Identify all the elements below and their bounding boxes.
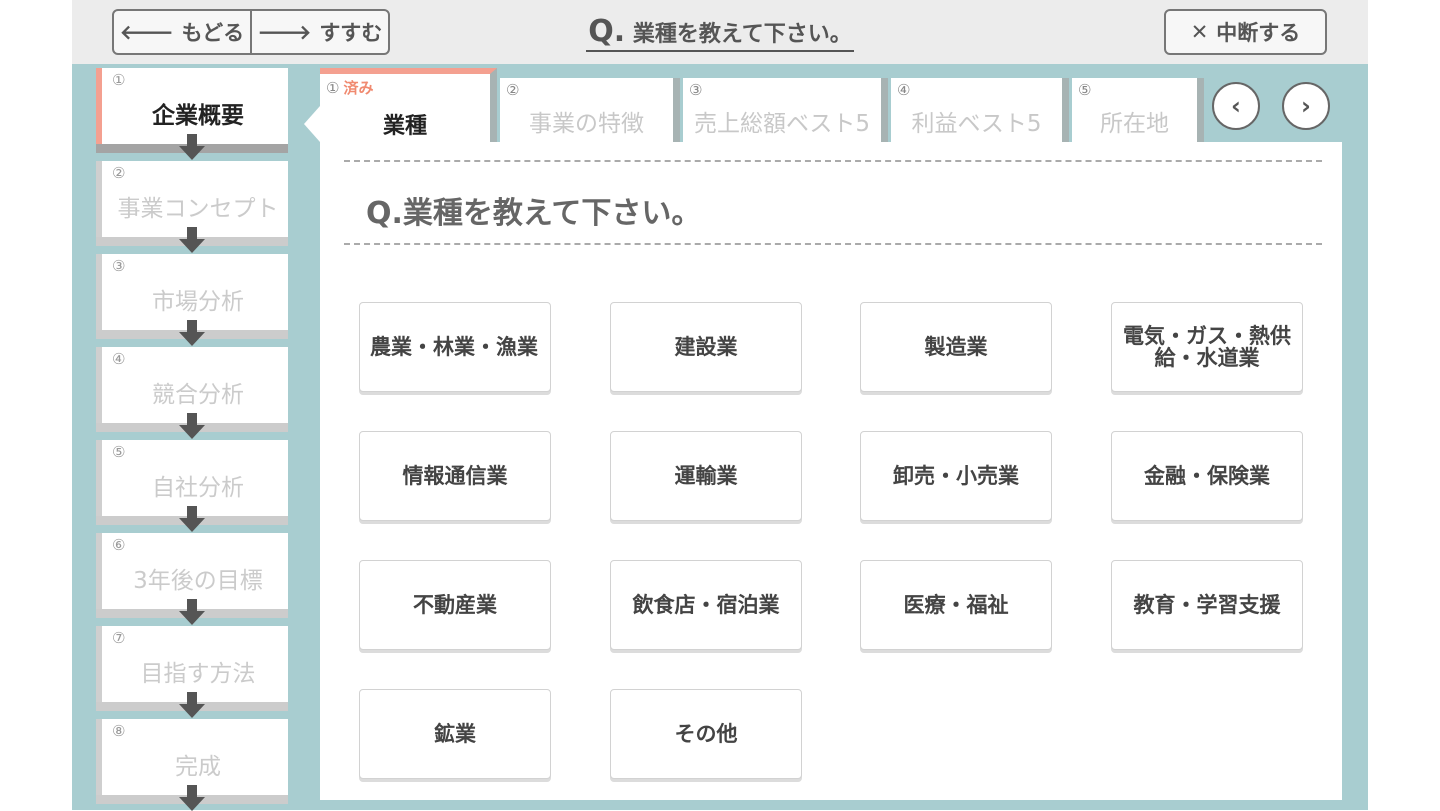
tab-number: ④ [897, 81, 911, 99]
tab-number: ② [506, 81, 520, 99]
tab-pointer [304, 106, 320, 142]
option-button[interactable]: 卸売・小売業 [860, 431, 1052, 521]
top-bar: 🡐 もどる 🡒 すすむ Q. 業種を教えて下さい。 ✕ 中断する [72, 0, 1368, 64]
quit-button[interactable]: ✕ 中断する [1164, 9, 1327, 55]
sidebar-step-label: 市場分析 [152, 289, 244, 315]
sidebar-step-label: 自社分析 [152, 475, 244, 501]
option-button[interactable]: 鉱業 [359, 689, 551, 779]
tab-number: ⑤ [1078, 81, 1092, 99]
sidebar-step-4[interactable]: ④ 競合分析 [96, 347, 288, 439]
arrow-down-icon [179, 692, 205, 718]
option-button[interactable]: 医療・福祉 [860, 560, 1052, 650]
sidebar-step-card: ③ 市場分析 [96, 254, 288, 330]
chevron-right-icon: › [1301, 92, 1311, 120]
sidebar-step-number: ③ [112, 257, 126, 275]
arrow-down-icon [179, 413, 205, 439]
sidebar-step-5[interactable]: ⑤ 自社分析 [96, 440, 288, 532]
tab-done-badge: 済み [343, 79, 374, 97]
sidebar-step-card: ② 事業コンセプト [96, 161, 288, 237]
sidebar-step-label: 企業概要 [152, 103, 244, 129]
arrow-down-icon [179, 599, 205, 625]
arrow-down-icon [179, 320, 205, 346]
sidebar-step-number: ⑥ [112, 536, 126, 554]
chevron-left-icon: ‹ [1231, 92, 1241, 120]
question-text: Q.業種を教えて下さい。 [366, 196, 702, 231]
sidebar-step-card: ⑥ 3年後の目標 [96, 533, 288, 609]
tab-5[interactable]: ⑤ 所在地 [1072, 78, 1204, 142]
sidebar-step-label: 3年後の目標 [133, 568, 263, 594]
sidebar-step-number: ⑦ [112, 629, 126, 647]
option-button[interactable]: 金融・保険業 [1111, 431, 1303, 521]
page-title-text: 業種を教えて下さい。 [632, 22, 852, 47]
tab-label: 所在地 [1100, 111, 1169, 137]
tab-label: 業種 [382, 114, 427, 139]
sidebar-step-6[interactable]: ⑥ 3年後の目標 [96, 533, 288, 625]
tab-label: 利益ベスト5 [911, 111, 1042, 137]
close-icon: ✕ [1190, 20, 1209, 44]
arrow-down-icon [179, 227, 205, 253]
tab-2[interactable]: ② 事業の特徴 [500, 78, 680, 142]
tab-number: ① 済み [326, 79, 374, 97]
option-button[interactable]: 教育・学習支援 [1111, 560, 1303, 650]
option-button[interactable]: 飲食店・宿泊業 [610, 560, 802, 650]
sidebar-step-card: ⑦ 目指す方法 [96, 626, 288, 702]
arrow-down-icon [179, 785, 205, 811]
sidebar-step-card: ⑤ 自社分析 [96, 440, 288, 516]
tab-4[interactable]: ④ 利益ベスト5 [891, 78, 1069, 142]
tab-label: 事業の特徴 [529, 111, 644, 137]
sidebar-step-number: ⑧ [112, 722, 126, 740]
sidebar-step-8[interactable]: ⑧ 完成 [96, 719, 288, 811]
page-title-q: Q. [588, 14, 626, 49]
sidebar-step-label: 事業コンセプト [117, 196, 279, 222]
sidebar-step-card: ① 企業概要 [96, 68, 288, 144]
option-button[interactable]: 農業・林業・漁業 [359, 302, 551, 392]
option-button[interactable]: 運輸業 [610, 431, 802, 521]
tab-next-button[interactable]: › [1282, 82, 1330, 130]
tab-prev-button[interactable]: ‹ [1212, 82, 1260, 130]
tab-bar: ① 済み 業種 ② 事業の特徴 ③ 売上総額ベスト5 ④ 利益ベスト5 ⑤ 所在地 ‹ › [304, 68, 1342, 142]
quit-button-label: 中断する [1216, 21, 1301, 45]
arrow-down-icon [179, 506, 205, 532]
sidebar-step-number: ① [112, 71, 126, 89]
sidebar-step-label: 競合分析 [152, 382, 244, 408]
sidebar-step-label: 完成 [175, 754, 221, 780]
sidebar-step-7[interactable]: ⑦ 目指す方法 [96, 626, 288, 718]
sidebar-step-1[interactable]: ① 企業概要 [96, 68, 288, 160]
option-button[interactable]: 製造業 [860, 302, 1052, 392]
sidebar-step-3[interactable]: ③ 市場分析 [96, 254, 288, 346]
tab-label: 売上総額ベスト5 [693, 111, 871, 137]
sidebar-step-2[interactable]: ② 事業コンセプト [96, 161, 288, 253]
sidebar-step-number: ④ [112, 350, 126, 368]
sidebar-step-card: ⑧ 完成 [96, 719, 288, 795]
sidebar-step-number: ⑤ [112, 443, 126, 461]
option-button[interactable]: 電気・ガス・熱供給・水道業 [1111, 302, 1303, 392]
tab-3[interactable]: ③ 売上総額ベスト5 [683, 78, 888, 142]
tab-1[interactable]: ① 済み 業種 [304, 68, 497, 142]
sidebar-step-label: 目指す方法 [140, 661, 256, 687]
sidebar-step-card: ④ 競合分析 [96, 347, 288, 423]
sidebar-step-number: ② [112, 164, 126, 182]
app-frame: 🡐 もどる 🡒 すすむ Q. 業種を教えて下さい。 ✕ 中断する ① 企業概要 ② 事… [72, 0, 1368, 811]
divider-bottom [344, 243, 1322, 245]
option-button[interactable]: その他 [610, 689, 802, 779]
option-button[interactable]: 建設業 [610, 302, 802, 392]
option-button[interactable]: 情報通信業 [359, 431, 551, 521]
divider-top [344, 160, 1322, 162]
option-button[interactable]: 不動産業 [359, 560, 551, 650]
arrow-down-icon [179, 134, 205, 160]
tab-number: ③ [689, 81, 703, 99]
